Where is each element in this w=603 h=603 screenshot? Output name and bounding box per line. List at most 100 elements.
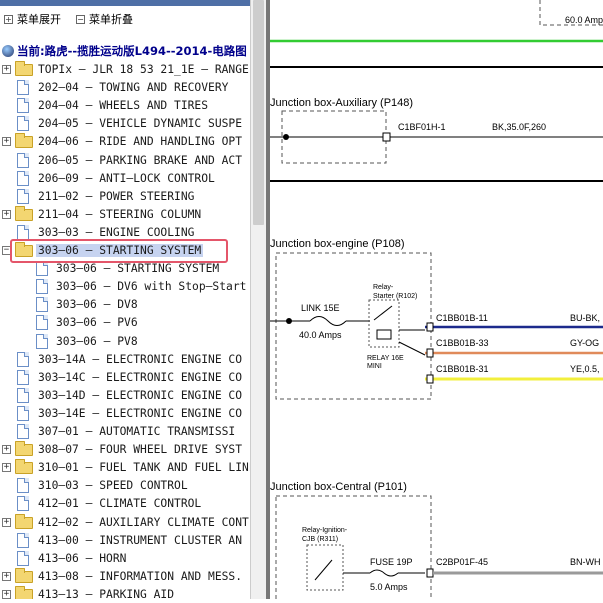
document-icon [17,171,29,186]
tree-item-label: 303—14D — ELECTRONIC ENGINE CO [38,389,243,402]
tree-item-label: 310—03 — SPEED CONTROL [38,479,188,492]
central-junction-box [275,495,432,603]
expand-node-icon[interactable]: + [2,210,11,219]
tree-item[interactable]: 206—05 — PARKING BRAKE AND ACT [0,152,250,170]
tree-item-label: 204—06 — RIDE AND HANDLING OPT [38,135,243,148]
wire-2-label: GY-OG [570,338,599,348]
fuse-amps: 5.0 Amps [370,582,408,592]
tree-item[interactable]: 413—06 — HORN [0,550,250,568]
connector-3-label: C1BB01B-31 [436,364,489,374]
tree-item-label: 307—01 — AUTOMATIC TRANSMISSI [38,425,236,438]
expand-node-icon[interactable]: + [2,518,11,527]
expand-menu-label: 菜单展开 [17,13,61,26]
central-junction-title: Junction box-Central (P101) [270,481,407,493]
engine-junction-box [275,252,432,400]
tree-item[interactable]: +412—02 — AUXILIARY CLIMATE CONT [0,514,250,532]
document-icon [17,496,29,511]
pin-3 [426,374,434,384]
tree-item-label: 303—14E — ELECTRONIC ENGINE CO [38,407,243,420]
engine-junction-title: Junction box-engine (P108) [270,238,405,250]
tree-item[interactable]: 413—00 — INSTRUMENT CLUSTER AN [0,532,250,550]
tree-item[interactable]: 204—04 — WHEELS AND TIRES [0,97,250,115]
tree-item[interactable]: 202—04 — TOWING AND RECOVERY [0,79,250,97]
tree-item-label: 303—06 — DV8 [56,298,138,311]
folder-icon [15,206,33,221]
relay-out-2 [398,341,426,356]
connector-4-label: C2BP01F-45 [436,557,488,567]
tree-item-label: 211—02 — POWER STEERING [38,190,195,203]
tree-item-label: TOPIx — JLR 18 53 21_1E — RANGE [38,63,249,76]
tree-item-label: 206—09 — ANTI—LOCK CONTROL [38,172,215,185]
tree-item[interactable]: + TOPIx — JLR 18 53 21_1E — RANGE [0,61,250,79]
tree-item[interactable]: +413—08 — INFORMATION AND MESS. [0,568,250,586]
wiring-diagram-svg: 60.0 Amps Junction box-Auxiliary (P148) … [270,0,603,603]
fuse-label: FUSE 19P [370,557,413,567]
document-icon [17,225,29,240]
tree-item-label: 413—13 — PARKING AID [38,588,175,599]
collapse-menu-button[interactable]: − 菜单折叠 [76,11,133,27]
tree-item-label: 412—02 — AUXILIARY CLIMATE CONT [38,516,249,529]
tree-item[interactable]: 206—09 — ANTI—LOCK CONTROL [0,170,250,188]
tree-item[interactable]: 303—06 — PV8 [0,333,250,351]
document-icon [36,279,48,294]
scrollbar-thumb[interactable] [253,0,264,225]
tree-item[interactable]: 211—02 — POWER STEERING [0,188,250,206]
expand-node-icon[interactable]: + [2,65,11,74]
expand-node-icon[interactable]: + [2,445,11,454]
collapse-menu-label: 菜单折叠 [89,13,133,26]
pin-4 [426,568,434,578]
tree-item[interactable]: 303—14C — ELECTRONIC ENGINE CO [0,369,250,387]
tree-item[interactable]: +204—06 — RIDE AND HANDLING OPT [0,133,250,151]
document-icon [36,297,48,312]
relay-switch-icon [373,305,393,321]
aux-pin [382,132,391,142]
tree-item[interactable]: 303—06 — PV6 [0,314,250,332]
wire-1-label: BU-BK, [570,313,600,323]
expand-node-icon[interactable]: + [2,590,11,599]
folder-icon [15,459,33,474]
pin-1 [426,322,434,332]
folder-icon [15,61,33,76]
tree-item-label: 204—04 — WHEELS AND TIRES [38,99,209,112]
tree-item-label: 303—06 — DV6 with Stop—Start [56,280,247,293]
tree-item-label: 413—08 — INFORMATION AND MESS. [38,570,243,583]
tree-item[interactable]: 303—14A — ELECTRONIC ENGINE CO [0,351,250,369]
document-icon [17,478,29,493]
tree-item[interactable]: 303—06 — DV8 [0,296,250,314]
tree-item[interactable]: 303—06 — DV6 with Stop—Start [0,278,250,296]
connector-1-label: C1BB01B-11 [436,313,488,323]
aux-junction-dot [283,134,289,140]
tree-item-label: 303—03 — ENGINE COOLING [38,226,195,239]
document-icon [17,98,29,113]
pin-2 [426,348,434,358]
tree-item-label: 204—05 — VEHICLE DYNAMIC SUSPE [38,117,243,130]
tree-item[interactable]: 307—01 — AUTOMATIC TRANSMISSI [0,423,250,441]
tree-item-label: 412—01 — CLIMATE CONTROL [38,497,202,510]
expand-menu-button[interactable]: + 菜单展开 [4,11,61,27]
selection-highlight-box [10,239,228,263]
tree-item[interactable]: 310—03 — SPEED CONTROL [0,477,250,495]
expand-node-icon[interactable]: + [2,463,11,472]
tree-item[interactable]: +308—07 — FOUR WHEEL DRIVE SYST [0,441,250,459]
document-icon [36,261,48,276]
document-icon [17,424,29,439]
expand-node-icon[interactable]: + [2,572,11,581]
tree-item[interactable]: +413—13 — PARKING AID [0,586,250,599]
tree-item[interactable]: 412—01 — CLIMATE CONTROL [0,495,250,513]
current-path-label: 当前:路虎--揽胜运动版L494--2014-电路图 [17,44,247,58]
folder-icon [15,514,33,529]
tree-scrollbar[interactable] [250,0,266,599]
tree-item[interactable]: 303—14E — ELECTRONIC ENGINE CO [0,405,250,423]
expand-node-icon[interactable]: + [2,137,11,146]
tree-item-label: 413—06 — HORN [38,552,127,565]
tree-item[interactable]: 303—14D — ELECTRONIC ENGINE CO [0,387,250,405]
folder-icon [15,568,33,583]
tree-item[interactable]: 204—05 — VEHICLE DYNAMIC SUSPE [0,115,250,133]
tree-item[interactable]: +211—04 — STEERING COLUMN [0,206,250,224]
link-label: LINK 15E [301,303,340,313]
collapse-icon: − [76,14,85,24]
relay-mini-label: RELAY 16E MINI [367,355,404,370]
tree-item-label: 310—01 — FUEL TANK AND FUEL LINE [38,461,250,474]
document-icon [17,116,29,131]
tree-item[interactable]: +310—01 — FUEL TANK AND FUEL LINE [0,459,250,477]
